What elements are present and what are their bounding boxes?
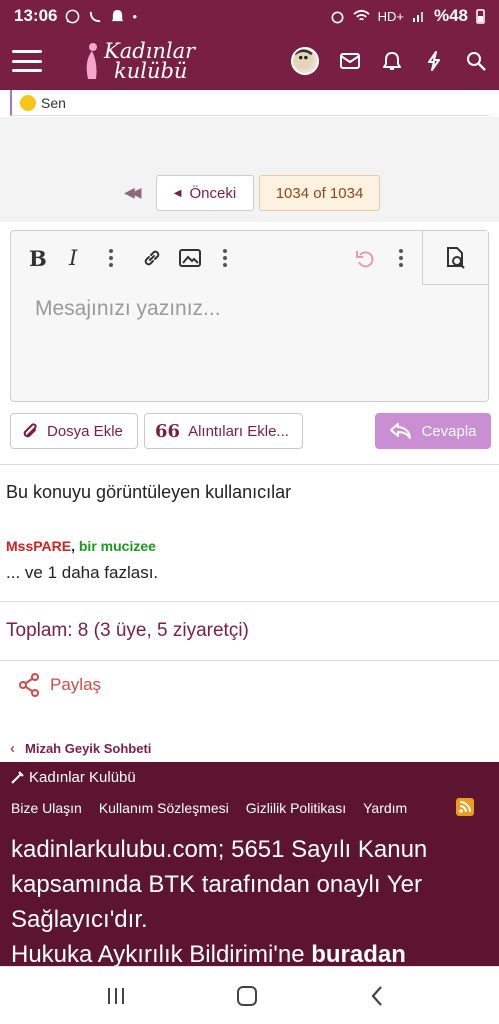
message-input[interactable]: Mesajınızı yazınız... — [35, 297, 221, 321]
status-time: 13:06 — [14, 6, 58, 25]
battery-icon — [476, 9, 485, 24]
viewers-total: Toplam: 8 (3 üye, 5 ziyaretçi) — [6, 620, 249, 641]
wifi-icon — [352, 9, 370, 21]
footer-links: Bize Ulaşın Kullanım Sözleşmesi Gizlilik… — [11, 798, 491, 816]
image-icon[interactable] — [179, 247, 201, 269]
avatar[interactable] — [291, 47, 319, 75]
footer: Kadınlar Kulübü Bize Ulaşın Kullanım Söz… — [0, 762, 499, 966]
bold-button[interactable]: B — [29, 246, 47, 271]
back-icon[interactable] — [370, 985, 384, 1007]
attach-file-label: Dosya Ekle — [47, 422, 123, 440]
status-bar: 13:06 • HD+ %48 — [0, 0, 499, 32]
viewers-list: MssPARE, bir mucizee — [6, 538, 156, 554]
message-editor: B I Mesajınızı yazınız... — [10, 230, 489, 402]
viewer-user-link[interactable]: bir mucizee — [79, 538, 156, 554]
lightning-icon[interactable] — [423, 50, 445, 72]
recent-apps-icon[interactable] — [108, 988, 124, 1004]
mail-icon[interactable] — [339, 50, 361, 72]
insert-quotes-label: Alıntıları Ekle... — [188, 422, 289, 440]
reply-icon — [390, 423, 412, 439]
reply-label: Cevapla — [421, 422, 477, 440]
logo-text-line1: Kadınlar — [104, 39, 196, 63]
footer-brand-label: Kadınlar Kulübü — [29, 769, 136, 786]
app-header: Kadınlar kulübü — [0, 32, 499, 90]
chevron-left-icon: ‹ — [10, 740, 15, 757]
viewers-heading: Bu konuyu görüntüleyen kullanıcılar — [6, 482, 292, 502]
link-icon[interactable] — [141, 247, 163, 269]
italic-button[interactable]: I — [69, 246, 77, 270]
laughing-emoji-icon — [20, 94, 36, 111]
chevron-left-icon: ◀ — [173, 187, 182, 199]
home-icon[interactable] — [237, 986, 257, 1006]
footer-link-terms[interactable]: Kullanım Sözleşmesi — [99, 800, 229, 816]
editor-toolbar: B I — [11, 231, 488, 285]
network-type: HD+ — [377, 8, 404, 24]
breadcrumb-link[interactable]: Mizah Geyik Sohbeti — [25, 741, 151, 756]
site-logo[interactable]: Kadınlar kulübü — [82, 39, 196, 83]
breadcrumb[interactable]: ‹ Mizah Geyik Sohbeti — [10, 740, 151, 757]
dot-icon: • — [132, 8, 138, 24]
paperclip-icon — [23, 423, 37, 438]
signal-icon — [412, 12, 423, 22]
rss-icon[interactable] — [456, 798, 474, 816]
previous-page-button[interactable]: ◀ Önceki — [156, 175, 254, 211]
reaction-text: Sen — [41, 94, 66, 111]
preview-button[interactable] — [422, 231, 488, 285]
footer-legal-line: kadinlarkulubu.com; 5651 Sayılı Kanun ka… — [11, 836, 428, 933]
footer-link-help[interactable]: Yardım — [363, 800, 407, 816]
footer-link-privacy[interactable]: Gizlilik Politikası — [246, 800, 346, 816]
footer-report-line: Hukuka Aykırılık Bildirimi'ne buradan — [11, 941, 406, 966]
bell-icon[interactable] — [381, 50, 403, 72]
footer-report-link[interactable]: buradan — [311, 941, 406, 966]
reaction-summary[interactable]: Sen — [10, 90, 489, 116]
system-nav-bar — [0, 966, 499, 1024]
more-options-icon[interactable] — [399, 247, 403, 269]
pen-icon — [11, 770, 24, 784]
attach-file-button[interactable]: Dosya Ekle — [10, 413, 138, 449]
search-icon[interactable] — [465, 50, 487, 72]
viewers-more: ... ve 1 daha fazlası. — [6, 563, 159, 582]
viewer-user-link[interactable]: MssPARE — [6, 538, 71, 554]
preview-icon — [446, 246, 465, 269]
whatsapp-icon — [66, 9, 80, 23]
footer-legal-text: kadinlarkulubu.com; 5651 Sayılı Kanun ka… — [11, 832, 491, 966]
previous-page-label: Önceki — [189, 184, 237, 202]
notification-bell-icon — [112, 9, 124, 21]
page-indicator[interactable]: 1034 of 1034 — [259, 175, 380, 211]
reply-button[interactable]: Cevapla — [375, 413, 491, 449]
insert-quotes-button[interactable]: 66 Alıntıları Ekle... — [144, 413, 303, 449]
alarm-icon — [331, 10, 344, 23]
battery-level: %48 — [433, 6, 468, 25]
divider — [0, 464, 499, 465]
share-button[interactable]: Paylaş — [18, 673, 101, 697]
undo-icon[interactable] — [355, 247, 377, 269]
first-page-icon[interactable]: ◀◀ — [124, 184, 141, 201]
footer-brand-link[interactable]: Kadınlar Kulübü — [10, 769, 136, 786]
divider — [0, 660, 499, 661]
menu-icon[interactable] — [12, 50, 42, 72]
share-label: Paylaş — [50, 675, 102, 694]
divider — [0, 601, 499, 602]
call-missed-icon — [90, 11, 101, 22]
footer-link-contact[interactable]: Bize Ulaşın — [11, 800, 82, 816]
logo-text-line2: kulübü — [114, 59, 188, 83]
more-insert-options-icon[interactable] — [223, 247, 227, 269]
quote-icon: 66 — [155, 420, 181, 442]
share-icon — [19, 673, 39, 697]
logo-figure-icon — [86, 43, 97, 79]
more-text-options-icon[interactable] — [109, 247, 113, 269]
